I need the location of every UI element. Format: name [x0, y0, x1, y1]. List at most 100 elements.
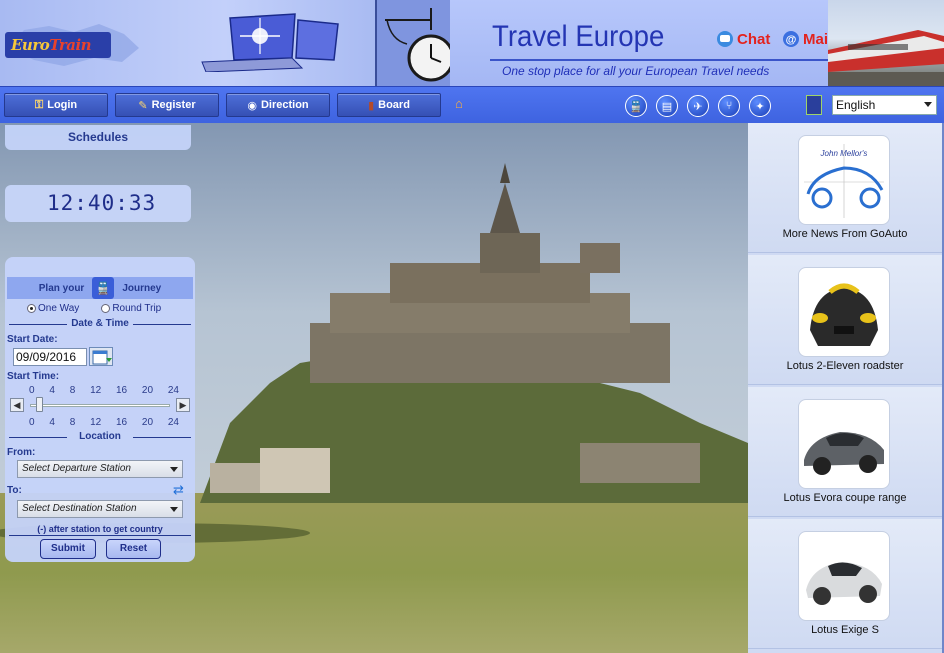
direction-button[interactable]: ◉ Direction	[226, 93, 330, 117]
planner-header-left: Plan your	[38, 282, 85, 294]
tick-label: 4	[49, 417, 55, 428]
location-section-title: Location	[9, 431, 191, 442]
goauto-logo: John Mellor's	[798, 135, 890, 225]
tagline: One stop place for all your European Tra…	[502, 64, 770, 78]
register-button[interactable]: ✎ Register	[115, 93, 219, 117]
tick-label: 16	[116, 417, 128, 428]
euro-train-logo[interactable]: EuroTrain	[5, 32, 111, 58]
tick-label: 20	[141, 417, 154, 428]
time-ticks-bottom: 0 4 8 12 16 20 24	[29, 417, 179, 428]
brand-block: Travel Europe One stop place for all you…	[450, 0, 832, 86]
start-date-input[interactable]: 09/09/2016	[13, 348, 87, 366]
chat-link[interactable]: Chat	[716, 30, 770, 48]
ads-sidebar: John Mellor's More News From GoAuto Lotu…	[748, 123, 942, 653]
reset-button[interactable]: Reset	[106, 539, 161, 559]
direction-label: Direction	[260, 99, 309, 111]
date-time-section-title: Date & Time	[9, 318, 191, 329]
station-clock-icon	[385, 8, 455, 82]
ad-item[interactable]: Lotus 2-Eleven roadster	[748, 255, 942, 385]
nav-bar: ⚿ Login ✎ Register ◉ Direction ▮ Board ⌂…	[0, 86, 944, 123]
ad-item[interactable]: Lotus Evora coupe range	[748, 387, 942, 517]
svg-text:@: @	[786, 34, 797, 46]
swap-stations-icon[interactable]: ⇄	[173, 482, 184, 498]
chevron-down-icon	[924, 102, 932, 107]
key-icon: ⚿	[34, 98, 44, 111]
round-trip-label: Round Trip	[112, 303, 162, 314]
from-label: From:	[7, 447, 36, 458]
round-trip-radio[interactable]: Round Trip	[101, 303, 161, 314]
flight-service-icon[interactable]: ✈	[687, 95, 709, 117]
journey-planner: Plan your 🚆 Journey One Way Round Trip D…	[5, 257, 195, 562]
register-label: Register	[151, 99, 196, 111]
radio-checked-icon	[27, 304, 36, 313]
mail-link[interactable]: @ Mail	[782, 30, 832, 48]
departure-station-select[interactable]: Select Departure Station	[17, 460, 183, 478]
ad-caption: Lotus Evora coupe range	[783, 492, 907, 504]
language-value: English	[836, 98, 876, 112]
ad-item[interactable]: Lotus Exige S	[748, 519, 942, 649]
ad-logo-text: John Mellor's	[820, 149, 868, 158]
station-clock-area	[375, 0, 455, 86]
lotus-2-eleven-image	[798, 267, 890, 357]
logo-text-accent: Train	[49, 36, 92, 54]
language-select[interactable]: English	[832, 95, 937, 115]
train-icon: 🚆	[92, 277, 115, 299]
site-header: EuroTrain Travel Europe One stop place f…	[0, 0, 944, 86]
submit-button[interactable]: Submit	[40, 539, 96, 559]
train-photo	[828, 0, 944, 86]
one-way-label: One Way	[38, 303, 80, 314]
board-button[interactable]: ▮ Board	[337, 93, 441, 117]
radio-unchecked-icon	[101, 304, 111, 313]
tick-label: 24	[167, 417, 179, 428]
hotel-service-icon[interactable]: ▤	[656, 95, 678, 117]
chat-icon	[717, 31, 733, 47]
digital-clock: 12:40:33	[47, 191, 157, 215]
station-hint: (-) after station to get country	[37, 524, 163, 534]
destination-station-select[interactable]: Select Destination Station	[17, 500, 183, 518]
tour-service-icon[interactable]: ✦	[749, 95, 771, 117]
calendar-icon[interactable]	[89, 347, 113, 366]
board-icon: ▮	[368, 99, 375, 112]
divider	[9, 535, 191, 536]
slider-track[interactable]	[30, 404, 170, 407]
departure-placeholder: Select Departure Station	[22, 463, 131, 474]
schedules-tab[interactable]: Schedules	[5, 125, 191, 150]
tick-label: 0	[29, 385, 35, 396]
slider-thumb[interactable]	[36, 397, 43, 412]
one-way-radio[interactable]: One Way	[27, 303, 79, 314]
pencil-icon: ✎	[138, 99, 148, 112]
home-icon[interactable]: ⌂	[455, 96, 463, 111]
ad-caption: Lotus 2-Eleven roadster	[786, 360, 904, 372]
tick-label: 12	[90, 417, 102, 428]
devices-graphic	[201, 13, 339, 72]
lotus-exige-image	[798, 531, 890, 621]
tick-label: 24	[167, 385, 179, 396]
trip-type-radios: One Way Round Trip	[27, 303, 161, 314]
title-underline	[490, 59, 830, 61]
slider-right-arrow[interactable]: ▶	[176, 398, 190, 412]
ad-caption: Lotus Exige S	[811, 624, 879, 636]
car-outline-logo: John Mellor's	[804, 144, 884, 218]
time-ticks-top: 0 4 8 12 16 20 24	[29, 385, 179, 396]
start-time-slider[interactable]: ◀ ▶	[10, 397, 190, 413]
login-label: Login	[47, 99, 78, 111]
lotus-evora-image	[798, 399, 890, 489]
mail-icon: @	[783, 31, 799, 47]
board-label: Board	[378, 99, 410, 111]
ad-caption: More News From GoAuto	[782, 228, 908, 240]
compass-icon: ◉	[247, 99, 257, 112]
to-label: To:	[7, 485, 22, 496]
train-image	[828, 30, 944, 86]
ad-item[interactable]: John Mellor's More News From GoAuto	[748, 123, 942, 253]
car-angle-image	[806, 562, 882, 605]
tick-label: 12	[90, 385, 102, 396]
calendar-glyph	[92, 350, 112, 365]
train-service-icon[interactable]: 🚆	[625, 95, 647, 117]
slider-left-arrow[interactable]: ◀	[10, 398, 24, 412]
tick-label: 20	[141, 385, 154, 396]
dining-service-icon[interactable]: ⑂	[718, 95, 740, 117]
login-button[interactable]: ⚿ Login	[4, 93, 108, 117]
planner-header: Plan your 🚆 Journey	[7, 277, 193, 299]
car-front-image	[810, 283, 878, 346]
chevron-down-icon	[170, 467, 178, 472]
